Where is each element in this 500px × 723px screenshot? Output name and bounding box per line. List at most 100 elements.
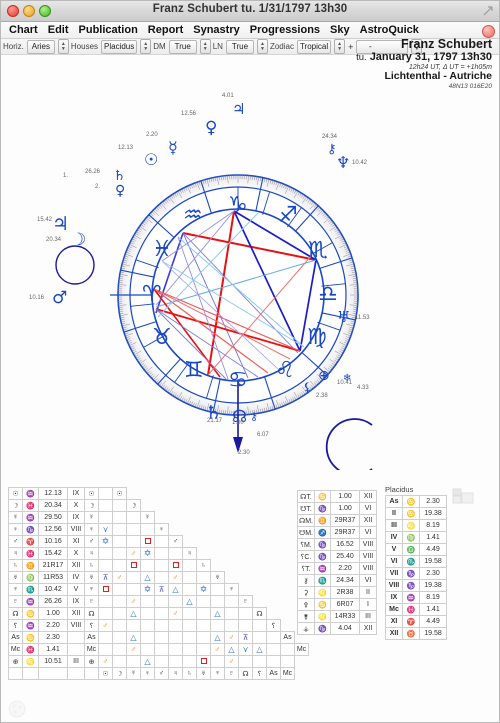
aspect-cell[interactable]: ♂: [98, 655, 113, 668]
extra-object-row[interactable]: ☊M. ♊ 29R37 XII: [297, 514, 377, 527]
aspect-cell[interactable]: [126, 583, 141, 596]
aspect-cell[interactable]: [210, 655, 225, 668]
aspect-cell[interactable]: [168, 547, 183, 560]
aspect-cell[interactable]: [210, 619, 225, 632]
aspect-cell[interactable]: ♂: [224, 631, 239, 644]
aspect-cell[interactable]: [126, 523, 141, 536]
aspect-cell[interactable]: [280, 655, 295, 668]
grid-layout-icon[interactable]: [452, 488, 474, 504]
aspect-cell[interactable]: [154, 595, 169, 608]
aspect-cell[interactable]: [126, 619, 141, 632]
aspect-cell[interactable]: ⊼: [98, 571, 113, 584]
aspect-cell[interactable]: ⋎: [98, 523, 113, 536]
aspect-cell[interactable]: [196, 607, 211, 620]
aspect-cell[interactable]: △: [210, 631, 225, 644]
aspect-cell[interactable]: ♂: [210, 643, 225, 656]
dm-stepper[interactable]: ▲ ▼: [199, 39, 211, 54]
planet-row[interactable]: ⊕ ♌ 10.51 III ⊕ ♂ △ ♂: [8, 655, 309, 668]
aspect-cell[interactable]: [140, 559, 155, 572]
aspect-cell[interactable]: [154, 631, 169, 644]
aspect-cell[interactable]: ⋎: [238, 643, 253, 656]
aspect-cell[interactable]: [238, 607, 253, 620]
aspect-cell[interactable]: [112, 607, 127, 620]
menu-progressions[interactable]: Progressions: [245, 22, 325, 38]
aspect-cell[interactable]: △: [182, 595, 197, 608]
planet-row[interactable]: ☿ ♒ 29.50 IX ☿ ☿: [8, 511, 309, 524]
aspect-cell[interactable]: [154, 607, 169, 620]
aspect-cell[interactable]: [112, 655, 127, 668]
aspect-cell[interactable]: [126, 571, 141, 584]
aspect-cell[interactable]: ♂: [126, 547, 141, 560]
natal-chart-wheel[interactable]: ♑ ♐ ♏ ♎ ♍ ♌ ♋ ♊ ♉ ♈ ♓ ♒ ♃ ♀ ☿ ☉ ⚷ ♆ ♄ ♀ ♃ ☽ ♂ ♅ ⊕ ⚸ ❄ ♄…: [0, 80, 500, 476]
aspect-cell[interactable]: [182, 571, 197, 584]
planet-row[interactable]: ♃ ♓ 15.42 X ♃ ♂ ✡ ♃: [8, 547, 309, 560]
aspect-cell[interactable]: [154, 559, 169, 572]
planet-row[interactable]: ♇ ♒ 26.26 IX ♇ ♂ △ ♇: [8, 595, 309, 608]
aspect-cell[interactable]: [112, 499, 127, 512]
aspect-cell[interactable]: [182, 619, 197, 632]
aspect-cell[interactable]: [112, 583, 127, 596]
aspect-cell[interactable]: [112, 619, 127, 632]
extra-object-row[interactable]: ☋T. ♑ 1.00 VI: [297, 502, 377, 515]
menu-sky[interactable]: Sky: [325, 22, 355, 38]
aspect-cell[interactable]: [98, 559, 113, 572]
aspect-cell[interactable]: [224, 607, 239, 620]
aspect-cell[interactable]: ♂: [112, 571, 127, 584]
aspect-cell[interactable]: ⊼: [154, 583, 169, 596]
aspect-cell[interactable]: [196, 631, 211, 644]
aspect-cell[interactable]: ♂: [126, 643, 141, 656]
aspect-cell[interactable]: ✡: [98, 535, 113, 548]
placidus-row[interactable]: V ♎ 4.49: [385, 543, 447, 556]
placidus-row[interactable]: XII ♉ 19.58: [385, 627, 447, 640]
placidus-panel[interactable]: Placidus As ♋ 2.30 II ♋ 19.38 III ♌ 8.19 IV ♍ 1.41 V…: [385, 485, 447, 640]
aspect-cell[interactable]: [140, 535, 155, 548]
aspect-cell[interactable]: [154, 643, 169, 656]
menu-publication[interactable]: Publication: [74, 22, 143, 38]
dm-select[interactable]: True: [168, 39, 197, 54]
placidus-row[interactable]: IX ♒ 8.19: [385, 591, 447, 604]
aspect-cell[interactable]: ♂: [168, 571, 183, 584]
menu-edit[interactable]: Edit: [43, 22, 74, 38]
aspect-cell[interactable]: ✡: [196, 583, 211, 596]
aspect-cell[interactable]: [168, 619, 183, 632]
aspect-cell[interactable]: △: [168, 583, 183, 596]
aspect-cell[interactable]: [98, 631, 113, 644]
planet-row[interactable]: ♀ ♑ 12.56 VIII ♀ ⋎ ♀: [8, 523, 309, 536]
aspect-cell[interactable]: [252, 619, 267, 632]
aspect-cell[interactable]: [168, 559, 183, 572]
aspect-cell[interactable]: [112, 547, 127, 560]
aspect-cell[interactable]: △: [126, 607, 141, 620]
aspect-cell[interactable]: [266, 631, 281, 644]
extra-object-row[interactable]: ⚵ ♌ 14R33 III: [297, 610, 377, 623]
aspect-cell[interactable]: [98, 607, 113, 620]
extra-objects-panel[interactable]: ☊T. ♋ 1.00 XII ☋T. ♑ 1.00 VI ☊M. ♊ 29R37 XII ☋M. ♐ 29R…: [297, 490, 377, 635]
aspect-cell[interactable]: [196, 571, 211, 584]
aspect-cell[interactable]: [140, 607, 155, 620]
aspect-cell[interactable]: [252, 631, 267, 644]
aspect-cell[interactable]: [140, 595, 155, 608]
aspect-cell[interactable]: [168, 643, 183, 656]
extra-object-row[interactable]: ☊T. ♋ 1.00 XII: [297, 490, 377, 503]
placidus-row[interactable]: III ♌ 8.19: [385, 519, 447, 532]
planet-row[interactable]: ☽ ♓ 20.34 X ☽ ☽: [8, 499, 309, 512]
aspect-cell[interactable]: [168, 595, 183, 608]
placidus-row[interactable]: IV ♍ 1.41: [385, 531, 447, 544]
palette-icon[interactable]: [8, 700, 26, 718]
aspect-cell[interactable]: [196, 595, 211, 608]
houses-select[interactable]: Placidus: [101, 39, 138, 54]
aspect-cell[interactable]: [140, 523, 155, 536]
aspect-cell[interactable]: [112, 523, 127, 536]
aspect-cell[interactable]: ♂: [168, 607, 183, 620]
ln-select[interactable]: True: [225, 39, 254, 54]
aspect-cell[interactable]: [182, 559, 197, 572]
extra-object-row[interactable]: ☋M. ♐ 29R37 VI: [297, 526, 377, 539]
planet-row[interactable]: ☊ ♋ 1.00 XII ☊ △ ♂ △ ☊: [8, 607, 309, 620]
planet-row[interactable]: ♆ ♏ 10.42 V ♆ ✡ ⊼ △ ✡ ♆: [8, 583, 309, 596]
aspect-cell[interactable]: [210, 583, 225, 596]
extra-object-row[interactable]: ⚴ ♋ 6R07 I: [297, 598, 377, 611]
menu-chart[interactable]: Chart: [4, 22, 43, 38]
aspect-cell[interactable]: [154, 655, 169, 668]
aspect-cell[interactable]: ✡: [140, 547, 155, 560]
aspect-cell[interactable]: △: [126, 631, 141, 644]
aspect-cell[interactable]: [154, 535, 169, 548]
